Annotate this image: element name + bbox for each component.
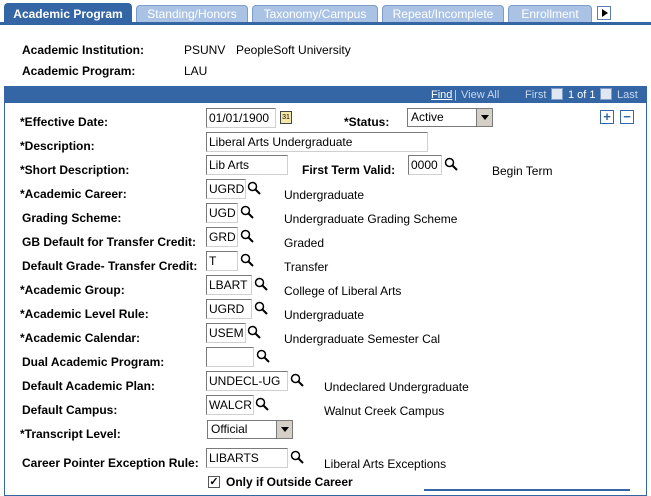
transcript-level-label: *Transcript Level: — [20, 427, 121, 441]
search-icon[interactable] — [290, 450, 304, 464]
institution-name: PeopleSoft University — [236, 43, 351, 57]
tab-academic-program[interactable]: Academic Program — [4, 3, 132, 24]
search-icon[interactable] — [247, 181, 261, 195]
search-icon[interactable] — [254, 301, 268, 315]
gb-default-input[interactable]: GRD — [206, 227, 238, 247]
calendar-icon[interactable]: 31 — [280, 111, 292, 124]
tab-standing-honors[interactable]: Standing/Honors — [136, 5, 248, 23]
nav-separator: | — [454, 89, 457, 101]
career-pointer-exception-label: Career Pointer Exception Rule: — [22, 456, 199, 470]
first-term-valid-desc: Begin Term — [492, 164, 553, 178]
default-academic-plan-input[interactable]: UNDECL-UG — [206, 371, 288, 391]
only-outside-career-label: Only if Outside Career — [226, 475, 353, 489]
next-row-icon[interactable] — [600, 88, 612, 100]
search-icon[interactable] — [255, 397, 269, 411]
gb-default-desc: Graded — [284, 236, 325, 250]
search-icon[interactable] — [240, 253, 254, 267]
status-select[interactable]: Active — [407, 108, 493, 127]
effective-date-label: *Effective Date: — [20, 115, 109, 129]
grading-scheme-desc: Undergraduate Grading Scheme — [284, 212, 458, 226]
academic-group-label: *Academic Group: — [20, 283, 125, 297]
find-link[interactable]: Find — [431, 89, 452, 101]
first-link[interactable]: First — [525, 89, 546, 101]
first-term-valid-label: First Term Valid: — [302, 163, 396, 177]
default-grade-transfer-desc: Transfer — [284, 260, 329, 274]
academic-level-rule-desc: Undergraduate — [284, 308, 365, 322]
status-label: *Status: — [344, 115, 390, 129]
previous-row-icon[interactable] — [551, 88, 563, 100]
search-icon[interactable] — [444, 157, 458, 171]
default-campus-input[interactable]: WALCR — [206, 395, 254, 415]
view-all-link[interactable]: View All — [461, 89, 499, 101]
grading-scheme-label: Grading Scheme: — [22, 211, 122, 225]
search-icon[interactable] — [254, 277, 268, 291]
search-icon[interactable] — [240, 229, 254, 243]
short-description-label: *Short Description: — [20, 163, 130, 177]
tab-repeat-incomplete[interactable]: Repeat/Incomplete — [382, 5, 504, 23]
academic-career-desc: Undergraduate — [284, 188, 365, 202]
search-icon[interactable] — [256, 349, 270, 363]
academic-group-desc: College of Liberal Arts — [284, 284, 402, 298]
career-pointer-exception-desc: Liberal Arts Exceptions — [324, 457, 447, 471]
row-count: 1 of 1 — [568, 89, 596, 101]
default-grade-transfer-label: Default Grade- Transfer Credit: — [22, 259, 198, 273]
default-academic-plan-label: Default Academic Plan: — [22, 379, 155, 393]
academic-calendar-desc: Undergraduate Semester Cal — [284, 332, 441, 346]
delete-row-button[interactable]: − — [620, 110, 634, 124]
gb-default-label: GB Default for Transfer Credit: — [22, 235, 197, 249]
search-icon[interactable] — [290, 373, 304, 387]
chevron-down-icon — [476, 109, 492, 126]
next-tab-arrow-icon[interactable] — [597, 6, 611, 20]
tab-enrollment[interactable]: Enrollment — [508, 5, 592, 23]
academic-calendar-label: *Academic Calendar: — [20, 331, 141, 345]
effective-date-input[interactable]: 01/01/1900 — [206, 108, 276, 128]
chevron-down-icon — [276, 421, 292, 438]
academic-group-input[interactable]: LBART — [206, 275, 252, 295]
default-grade-transfer-input[interactable]: T — [206, 251, 238, 271]
last-link[interactable]: Last — [617, 89, 638, 101]
only-outside-career-checkbox[interactable]: ✓ — [208, 476, 220, 488]
transcript-level-select[interactable]: Official — [207, 420, 293, 439]
institution-code: PSUNV — [184, 43, 226, 57]
tab-taxonomy-campus[interactable]: Taxonomy/Campus — [252, 5, 378, 23]
search-icon[interactable] — [240, 205, 254, 219]
default-campus-label: Default Campus: — [22, 403, 118, 417]
program-label: Academic Program: — [22, 64, 136, 78]
tab-underline — [0, 22, 651, 25]
academic-career-label: *Academic Career: — [20, 187, 127, 201]
academic-career-input[interactable]: UGRD — [206, 179, 246, 199]
default-campus-desc: Walnut Creek Campus — [324, 404, 445, 418]
short-description-input[interactable]: Lib Arts — [206, 155, 288, 175]
career-pointer-exception-input[interactable]: LIBARTS — [206, 448, 288, 468]
academic-level-rule-input[interactable]: UGRD — [206, 299, 252, 319]
dual-academic-program-input[interactable] — [206, 347, 254, 367]
search-icon[interactable] — [247, 325, 261, 339]
program-code: LAU — [184, 64, 208, 78]
description-label: *Description: — [20, 139, 95, 153]
add-row-button[interactable]: + — [600, 110, 614, 124]
default-academic-plan-desc: Undeclared Undergraduate — [324, 380, 469, 394]
academic-level-rule-label: *Academic Level Rule: — [20, 307, 149, 321]
dual-academic-program-label: Dual Academic Program: — [22, 355, 165, 369]
tab-bar: Academic Program Standing/Honors Taxonom… — [0, 0, 651, 26]
academic-calendar-input[interactable]: USEM — [206, 323, 246, 343]
first-term-valid-input[interactable]: 0000 — [408, 155, 442, 175]
institution-label: Academic Institution: — [22, 43, 145, 57]
description-input[interactable]: Liberal Arts Undergraduate — [206, 132, 428, 152]
grading-scheme-input[interactable]: UGD — [206, 203, 238, 223]
